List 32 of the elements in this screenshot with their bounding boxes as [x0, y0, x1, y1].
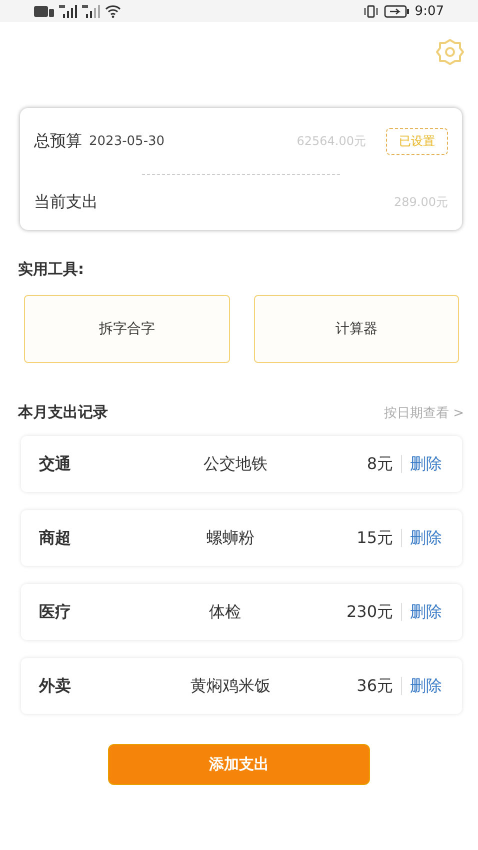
battery-icon [384, 4, 410, 18]
item-text: 公交地铁 [202, 454, 268, 474]
tool-button[interactable]: 计算器 [254, 295, 459, 363]
date-view-link[interactable]: 按日期查看 > [384, 404, 464, 422]
amount-text: 8元 [366, 454, 393, 474]
delete-link[interactable]: 删除 [410, 454, 442, 474]
item-text: 体检 [208, 602, 242, 622]
delete-link[interactable]: 删除 [410, 676, 442, 696]
wifi-icon [105, 4, 121, 18]
budget-date: 2023-05-30 [89, 134, 165, 148]
category-text: 外卖 [39, 676, 72, 696]
section-title: 本月支出记录 [18, 403, 108, 422]
category-text: 交通 [39, 454, 72, 474]
section-title: 实用工具: [18, 260, 85, 279]
item-text: 螺蛳粉 [205, 528, 256, 548]
amount-text: 230元 [346, 602, 393, 622]
delete-link[interactable]: 删除 [410, 602, 442, 622]
add-expense-button[interactable]: 添加支出 [108, 744, 370, 785]
category-text: 医疗 [39, 602, 72, 622]
item-text: 黄焖鸡米饭 [189, 676, 272, 696]
spent-label: 当前支出 [34, 192, 98, 213]
amount-text: 36元 [356, 676, 393, 696]
category-text: 商超 [39, 528, 72, 548]
vibrate-icon [362, 4, 379, 18]
signal-icon [82, 4, 100, 18]
signal-icon [59, 4, 77, 18]
budget-label: 总预算 [34, 130, 82, 152]
tool-button[interactable]: 拆字合字 [24, 295, 230, 363]
clock-time: 9:07 [414, 4, 444, 18]
settings-icon[interactable] [436, 38, 464, 66]
delete-link[interactable]: 删除 [410, 528, 442, 548]
amount-text: 15元 [356, 528, 393, 548]
